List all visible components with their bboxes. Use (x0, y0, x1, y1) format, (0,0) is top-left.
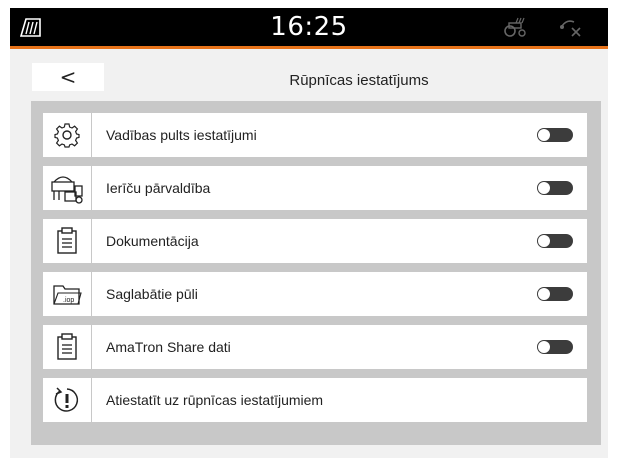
item-label: Saglabātie pūli (106, 286, 198, 302)
app-frame: 16:25 < Rūpnīcas iestatījums Vadības pul… (10, 8, 608, 458)
item-label: Atiestatīt uz rūpnīcas iestatījumiem (106, 392, 324, 408)
tractor-signal-icon (504, 17, 526, 37)
page-title: Rūpnīcas iestatījums (289, 72, 429, 89)
list-item-machine-management: Ierīču pārvaldība (43, 166, 587, 210)
gps-disconnected-icon (560, 20, 581, 37)
item-label: Ierīču pārvaldība (106, 180, 211, 196)
toggle-switch[interactable] (537, 181, 573, 195)
item-label: Vadības pults iestatījumi (106, 127, 257, 143)
toggle-switch[interactable] (537, 287, 573, 301)
toggle-switch[interactable] (537, 340, 573, 354)
status-bar: 16:25 (10, 8, 608, 49)
list-item-documentation: Dokumentācija (43, 219, 587, 263)
toggle-switch[interactable] (537, 128, 573, 142)
settings-list: Vadības pults iestatījumi Ierīču pārvald… (31, 101, 601, 445)
svg-text:.iop: .iop (63, 297, 74, 304)
reset-factory-settings-button[interactable]: Atiestatīt uz rūpnīcas iestatījumiem (43, 378, 587, 422)
back-button[interactable]: < (32, 63, 104, 91)
gear-icon (54, 123, 80, 148)
list-item-saved-pools: .iop Saglabātie pūli (43, 272, 587, 316)
item-label: AmaTron Share dati (106, 339, 231, 355)
clipboard-icon (57, 333, 77, 360)
machine-management-icon (51, 176, 83, 204)
header: < Rūpnīcas iestatījums (10, 49, 608, 101)
list-item-console-settings: Vadības pults iestatījumi (43, 113, 587, 157)
item-label: Dokumentācija (106, 233, 199, 249)
reset-icon (54, 387, 79, 412)
list-item-amatron-share: AmaTron Share dati (43, 325, 587, 369)
iop-folder-icon: .iop (53, 285, 82, 305)
clipboard-icon (57, 227, 77, 254)
toggle-switch[interactable] (537, 234, 573, 248)
